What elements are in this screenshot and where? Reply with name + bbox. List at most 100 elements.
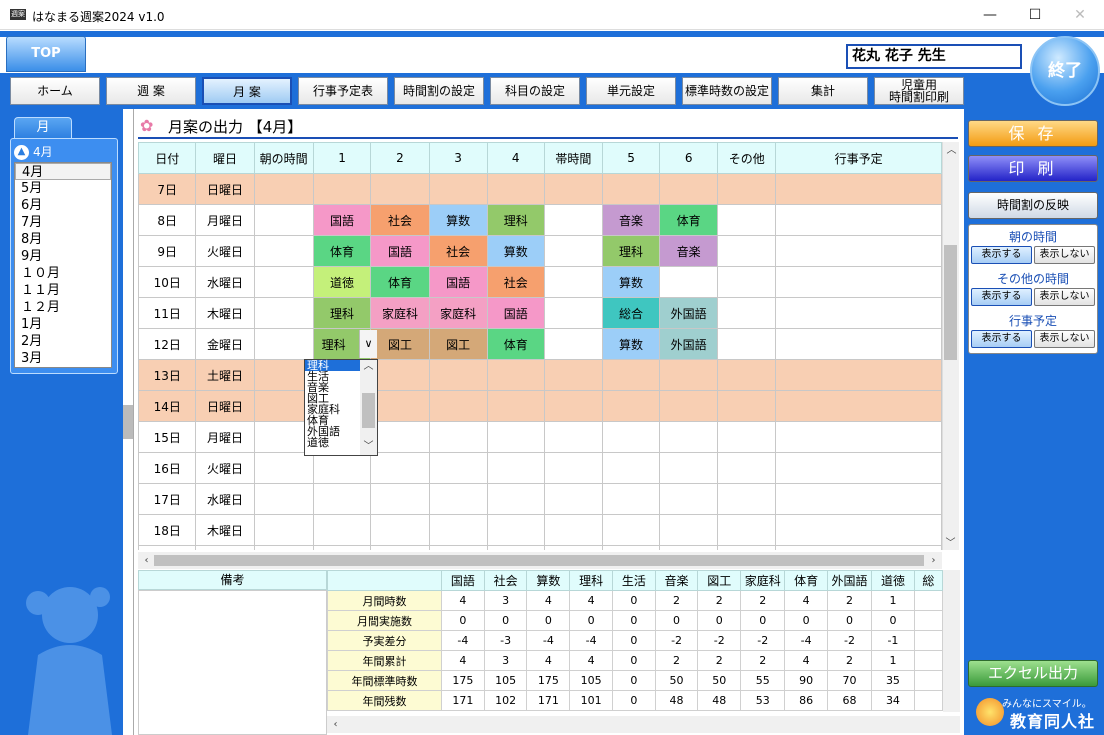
period-cell[interactable]: 算数 [486,235,545,267]
period-cell[interactable] [253,545,314,550]
period-cell[interactable] [601,514,661,546]
apply-timetable-button[interactable]: 時間割の反映 [968,192,1098,219]
period-cell[interactable] [717,421,777,453]
month-item[interactable]: 9月 [15,248,111,265]
period-cell[interactable] [312,483,372,515]
month-item[interactable]: １０月 [15,265,111,282]
period-cell[interactable]: 体育 [659,204,719,236]
month-header[interactable]: ▲ 4月 [14,143,114,161]
maximize-button[interactable]: ☐ [1015,4,1055,26]
period-cell[interactable] [659,173,719,205]
period-cell[interactable] [543,328,603,360]
period-cell[interactable]: 国語 [370,235,430,267]
period-cell[interactable] [659,390,719,422]
month-tab[interactable]: 月 [14,117,72,139]
period-cell[interactable] [312,173,372,205]
period-cell[interactable] [601,452,661,484]
period-cell[interactable]: 図工 [428,328,488,360]
grid-vertical-thumb[interactable] [944,245,957,360]
period-cell[interactable] [253,328,314,360]
period-cell[interactable] [486,390,545,422]
period-cell[interactable] [428,173,488,205]
period-cell[interactable] [775,359,942,391]
period-cell[interactable] [253,266,314,298]
period-cell[interactable] [775,297,942,329]
period-cell[interactable] [601,483,661,515]
period-cell[interactable] [543,483,603,515]
month-item[interactable]: 8月 [15,231,111,248]
period-cell[interactable] [370,452,430,484]
period-cell[interactable] [775,328,942,360]
scroll-left-icon[interactable]: ‹ [138,552,155,569]
month-item[interactable]: 6月 [15,197,111,214]
nav-home[interactable]: ホーム [10,77,100,105]
period-cell[interactable] [253,235,314,267]
period-cell[interactable]: 家庭科 [428,297,488,329]
month-item[interactable]: 2月 [15,333,111,350]
period-cell[interactable] [370,545,430,550]
other-show-button[interactable]: 表示する [971,288,1032,306]
period-cell[interactable] [543,452,603,484]
period-cell[interactable]: 音楽 [659,235,719,267]
period-cell[interactable] [775,204,942,236]
period-cell[interactable]: 道徳 [312,266,372,298]
dropdown-up-icon[interactable]: ︿ [360,361,377,373]
period-cell[interactable] [717,328,777,360]
dropdown-scroll-thumb[interactable] [362,393,375,428]
period-cell[interactable] [659,514,719,546]
minimize-button[interactable]: — [970,4,1010,26]
period-cell[interactable] [717,173,777,205]
period-cell[interactable] [601,545,661,550]
period-cell[interactable] [370,173,430,205]
period-cell[interactable] [717,297,777,329]
period-cell[interactable] [312,545,372,550]
period-cell[interactable]: 外国語 [659,297,719,329]
period-cell[interactable] [659,421,719,453]
summary-vertical-scrollbar[interactable] [943,570,960,712]
period-cell[interactable] [486,173,545,205]
period-cell[interactable]: 家庭科 [370,297,430,329]
period-cell[interactable] [428,421,488,453]
period-cell[interactable] [428,359,488,391]
grid-horizontal-thumb[interactable] [154,555,924,566]
period-cell[interactable] [717,359,777,391]
period-cell[interactable] [370,359,430,391]
period-cell[interactable] [717,266,777,298]
period-cell[interactable] [312,452,372,484]
nav-subject-settings[interactable]: 科目の設定 [490,77,580,105]
nav-standard-hours[interactable]: 標準時数の設定 [682,77,772,105]
period-cell[interactable] [717,545,777,550]
month-item[interactable]: 1月 [15,316,111,333]
summary-horizontal-scrollbar[interactable]: ‹ [327,716,960,733]
period-cell[interactable] [543,173,603,205]
print-button[interactable]: 印 刷 [968,155,1098,182]
period-cell[interactable]: 図工 [370,328,430,360]
period-cell[interactable] [543,235,603,267]
nav-timetable-settings[interactable]: 時間割の設定 [394,77,484,105]
nav-weekly[interactable]: 週 案 [106,77,196,105]
period-cell[interactable] [717,483,777,515]
period-cell[interactable] [543,204,603,236]
events-show-button[interactable]: 表示する [971,330,1032,348]
period-cell[interactable]: 社会 [370,204,430,236]
events-hide-button[interactable]: 表示しない [1034,330,1095,348]
period-cell[interactable]: 算数 [428,204,488,236]
period-cell[interactable] [775,390,942,422]
month-item[interactable]: １１月 [15,282,111,299]
period-cell[interactable] [601,173,661,205]
period-cell[interactable]: 国語 [312,204,372,236]
month-item[interactable]: 4月 [15,163,111,180]
period-cell[interactable] [775,483,942,515]
chevron-down-icon[interactable]: ∨ [359,330,377,358]
summary-scroll-left-icon[interactable]: ‹ [327,716,344,733]
close-button[interactable]: ✕ [1060,4,1100,26]
period-cell[interactable] [428,452,488,484]
period-cell[interactable] [717,390,777,422]
period-cell[interactable] [428,483,488,515]
period-cell[interactable] [775,514,942,546]
period-cell[interactable] [775,545,942,550]
period-cell[interactable] [601,421,661,453]
scroll-right-icon[interactable]: › [925,552,942,569]
dropdown-option[interactable]: 道徳 [305,437,360,448]
period-cell[interactable] [428,545,488,550]
